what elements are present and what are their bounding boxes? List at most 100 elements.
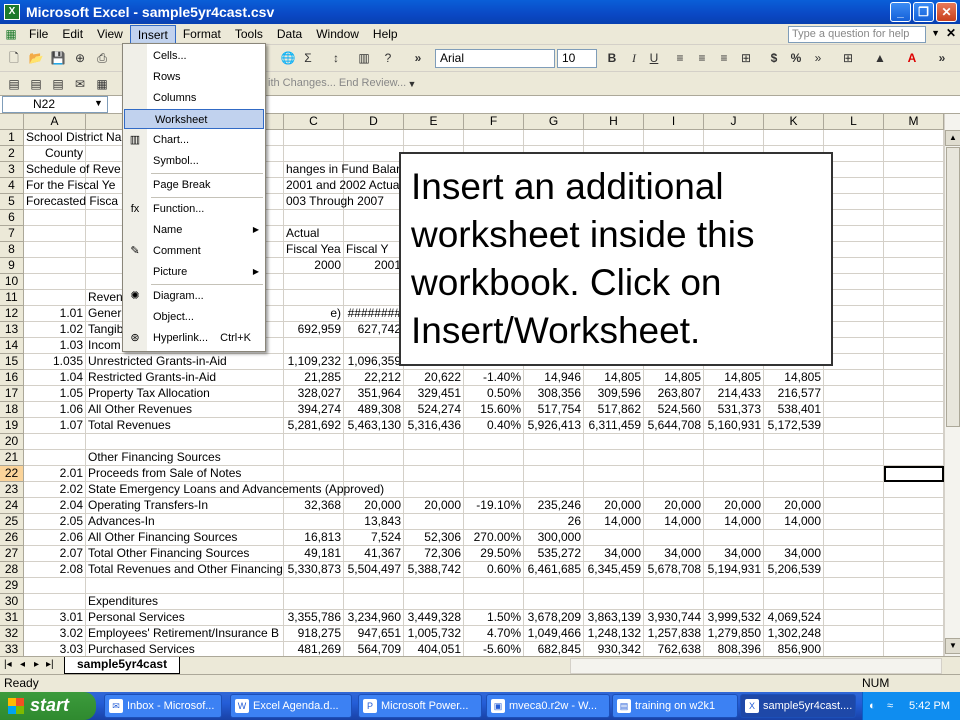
cell[interactable] — [824, 226, 884, 242]
task-training[interactable]: ▤ training on w2k1 — [612, 694, 738, 718]
cell[interactable]: Personal Services — [86, 610, 284, 626]
cell[interactable] — [524, 434, 584, 450]
cell[interactable]: 2.06 — [24, 530, 86, 546]
menu-tools[interactable]: Tools — [228, 25, 270, 44]
cell[interactable] — [884, 450, 944, 466]
cell[interactable]: 1.04 — [24, 370, 86, 386]
cell[interactable]: 14,805 — [644, 370, 704, 386]
cell[interactable] — [284, 210, 344, 226]
row-header-22[interactable]: 22 — [0, 466, 24, 482]
cell[interactable] — [884, 178, 944, 194]
minimize-button[interactable]: _ — [890, 2, 911, 22]
cell[interactable]: 531,373 — [704, 402, 764, 418]
cell[interactable]: Employees' Retirement/Insurance B — [86, 626, 284, 642]
cell[interactable] — [884, 258, 944, 274]
cell[interactable] — [824, 466, 884, 482]
cell[interactable]: 3,999,532 — [704, 610, 764, 626]
cell[interactable] — [764, 578, 824, 594]
cell[interactable]: Schedule of Reve — [24, 162, 121, 178]
row-header-11[interactable]: 11 — [0, 290, 24, 306]
cell[interactable]: 1,109,232 — [284, 354, 344, 370]
cell[interactable]: 41,367 — [344, 546, 404, 562]
cell[interactable]: 1,005,732 — [404, 626, 464, 642]
cell[interactable] — [704, 530, 764, 546]
cell[interactable] — [24, 258, 86, 274]
cell[interactable]: 7,524 — [344, 530, 404, 546]
workbook-close-icon[interactable]: ✕ — [946, 26, 956, 40]
cell[interactable]: 1,049,466 — [524, 626, 584, 642]
cell[interactable] — [764, 130, 824, 146]
cell[interactable]: For the Fiscal Ye — [24, 178, 115, 194]
cell[interactable]: Actual — [284, 226, 344, 242]
bold-icon[interactable]: B — [604, 50, 620, 66]
review-icon-1[interactable]: ▤ — [6, 76, 22, 92]
cell[interactable]: 627,742 — [344, 322, 404, 338]
cell[interactable]: 26 — [524, 514, 584, 530]
row-header-8[interactable]: 8 — [0, 242, 24, 258]
cell[interactable] — [824, 610, 884, 626]
cell[interactable] — [404, 450, 464, 466]
row-header-6[interactable]: 6 — [0, 210, 24, 226]
cell[interactable] — [284, 578, 344, 594]
cell[interactable] — [704, 130, 764, 146]
cell[interactable] — [284, 130, 344, 146]
cell[interactable]: 524,560 — [644, 402, 704, 418]
cell[interactable]: 328,027 — [284, 386, 344, 402]
menu-view[interactable]: View — [90, 25, 130, 44]
cell[interactable] — [644, 530, 704, 546]
cell[interactable] — [764, 466, 824, 482]
cell[interactable]: 20,622 — [404, 370, 464, 386]
cell[interactable] — [824, 514, 884, 530]
cell[interactable]: e) — [284, 306, 344, 322]
excel-app-icon[interactable]: X — [4, 4, 20, 20]
cell[interactable]: 14,805 — [764, 370, 824, 386]
cell[interactable] — [524, 594, 584, 610]
scroll-down-icon[interactable]: ▼ — [945, 638, 960, 654]
menu-file[interactable]: File — [22, 25, 55, 44]
cell[interactable]: 14,000 — [584, 514, 644, 530]
cell[interactable] — [344, 178, 404, 194]
cell[interactable] — [86, 578, 284, 594]
row-header-7[interactable]: 7 — [0, 226, 24, 242]
cell[interactable]: 5,172,539 — [764, 418, 824, 434]
row-header-10[interactable]: 10 — [0, 274, 24, 290]
insert-menu-worksheet[interactable]: Worksheet — [124, 109, 264, 129]
row-header-20[interactable]: 20 — [0, 434, 24, 450]
cell[interactable]: -1.40% — [464, 370, 524, 386]
cell[interactable]: Restricted Grants-in-Aid — [86, 370, 284, 386]
cell[interactable]: 20,000 — [704, 498, 764, 514]
cell[interactable]: 692,959 — [284, 322, 344, 338]
cell[interactable] — [824, 322, 884, 338]
cell[interactable] — [824, 242, 884, 258]
cell[interactable] — [404, 514, 464, 530]
cell[interactable]: 0.60% — [464, 562, 524, 578]
cell[interactable] — [884, 242, 944, 258]
scroll-thumb[interactable] — [946, 147, 960, 427]
cell[interactable]: 856,900 — [764, 642, 824, 656]
cell[interactable]: Expenditures — [86, 594, 284, 610]
cell[interactable] — [524, 466, 584, 482]
cell[interactable] — [644, 450, 704, 466]
cell[interactable]: 20,000 — [404, 498, 464, 514]
cell[interactable]: 394,274 — [284, 402, 344, 418]
toolbar-more-icon[interactable]: » — [934, 50, 950, 66]
cell[interactable]: 34,000 — [644, 546, 704, 562]
row-header-30[interactable]: 30 — [0, 594, 24, 610]
save-icon[interactable]: 💾 — [50, 50, 66, 66]
cell[interactable] — [344, 194, 404, 210]
cell[interactable]: 15.60% — [464, 402, 524, 418]
cell[interactable] — [344, 338, 404, 354]
cell[interactable]: 1.06 — [24, 402, 86, 418]
cell[interactable]: 3,930,744 — [644, 610, 704, 626]
row-header-26[interactable]: 26 — [0, 530, 24, 546]
cell[interactable]: 21,285 — [284, 370, 344, 386]
cell[interactable] — [24, 290, 86, 306]
cell[interactable] — [764, 450, 824, 466]
cell[interactable]: 1.01 — [24, 306, 86, 322]
cell[interactable] — [404, 594, 464, 610]
cell[interactable]: 517,862 — [584, 402, 644, 418]
cell[interactable]: Total Revenues and Other Financing — [86, 562, 284, 578]
cell[interactable] — [644, 466, 704, 482]
column-header-f[interactable]: F — [464, 114, 524, 130]
column-header-l[interactable]: L — [824, 114, 884, 130]
